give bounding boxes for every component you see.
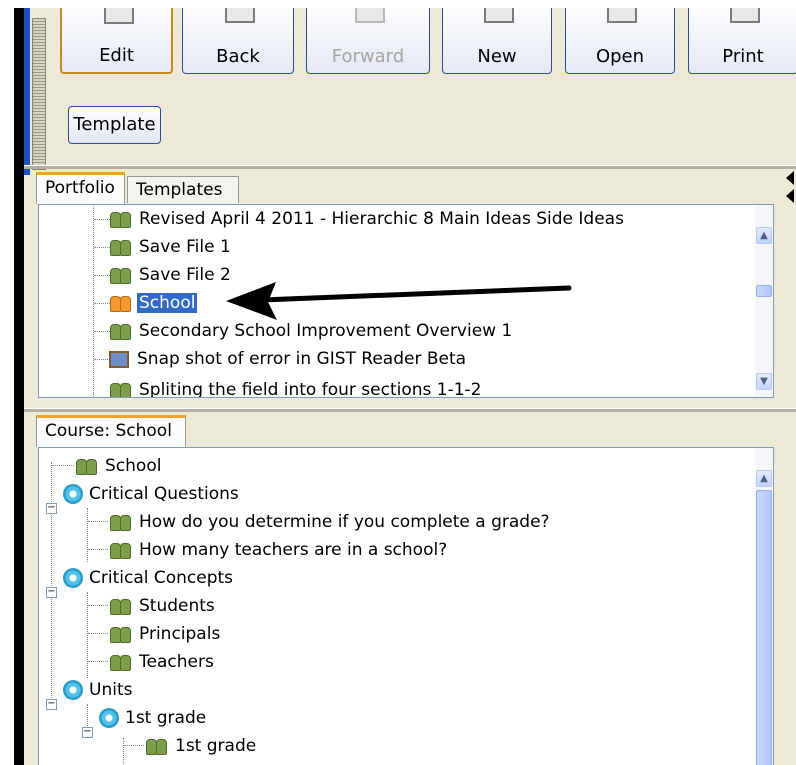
annotation-arrow <box>226 282 572 320</box>
